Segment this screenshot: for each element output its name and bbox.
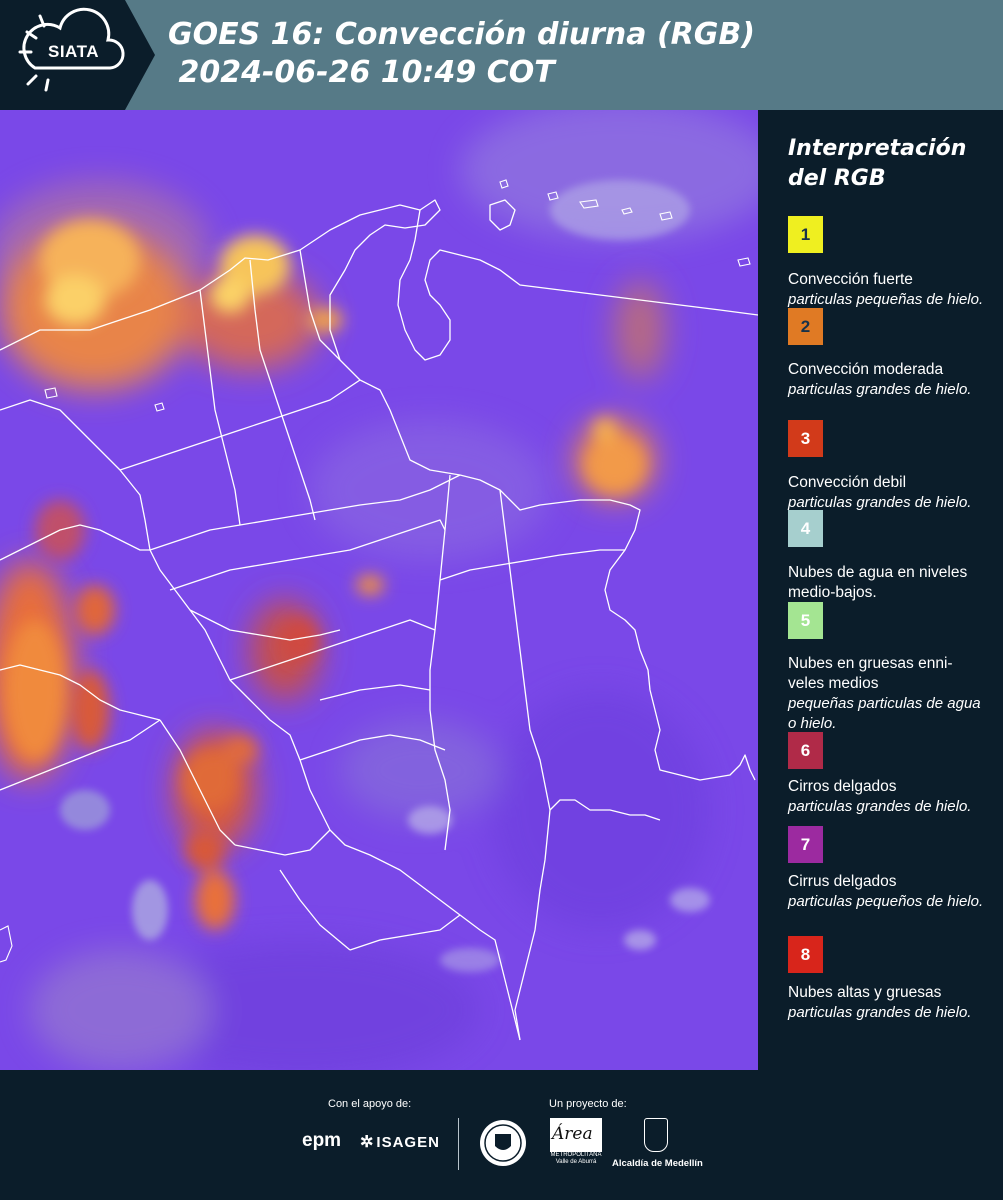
footer: Con el apoyo de: Un proyecto de: epm ✲ IS… — [0, 1070, 1003, 1200]
legend-detail-8: particulas grandes de hielo. — [788, 1004, 972, 1021]
legend-title: Interpretación del RGB — [788, 136, 967, 191]
legend-item-3: 3 Convección debil particulas grandes de… — [788, 420, 988, 513]
legend-number-6: 6 — [800, 741, 811, 760]
title-line-2: 2024-06-26 10:49 COT — [168, 55, 555, 90]
isagen-star-icon: ✲ — [360, 1134, 375, 1151]
siata-logo: SIATA — [0, 0, 155, 110]
legend-number-5: 5 — [800, 611, 811, 630]
satellite-map[interactable] — [0, 110, 758, 1070]
legend-name-8: Nubes altas y gruesas — [788, 984, 942, 1001]
legend-swatch-5: 5 — [788, 602, 823, 639]
support-label: Con el apoyo de: — [328, 1098, 412, 1110]
isagen-logo-text: ISAGEN — [376, 1134, 440, 1151]
seal-logo — [478, 1118, 528, 1168]
legend-swatch-1: 1 — [788, 216, 823, 253]
area-logo-caption: METROPOLITANA Valle de Aburrá — [550, 1152, 602, 1165]
legend-swatch-3: 3 — [788, 420, 823, 457]
area-metropolitana-logo: Área METROPOLITANA Valle de Aburrá — [550, 1118, 602, 1170]
legend-number-1: 1 — [800, 225, 811, 244]
isagen-logo: ✲ ISAGEN — [360, 1132, 440, 1152]
legend-item-6: 6 Cirros delgados particulas grandes de … — [788, 732, 988, 817]
legend-item-5: 5 Nubes en gruesas enni-veles medios peq… — [788, 602, 988, 734]
legend-panel: Interpretación del RGB 1 Convección fuer… — [758, 110, 1003, 1070]
legend-name-6: Cirros delgados — [788, 778, 897, 795]
legend-number-2: 2 — [800, 317, 811, 336]
legend-name-2: Convección moderada — [788, 361, 944, 378]
satellite-map-image — [0, 110, 758, 1070]
legend-detail-7: particulas pequeños de hielo. — [788, 893, 984, 910]
legend-swatch-6: 6 — [788, 732, 823, 769]
legend-swatch-4: 4 — [788, 510, 823, 547]
footer-divider — [458, 1118, 459, 1170]
legend-number-4: 4 — [800, 519, 811, 538]
legend-name-1: Convección fuerte — [788, 271, 913, 288]
alcaldia-medellin-name: Alcaldía de Medellín — [612, 1158, 703, 1169]
legend-item-7: 7 Cirrus delgados particulas pequeños de… — [788, 826, 988, 912]
siata-logo-text: SIATA — [48, 42, 99, 61]
alcaldia-medellin-logo: Alcaldía de Medellín — [612, 1118, 703, 1172]
epm-logo: epm — [302, 1130, 342, 1151]
medellin-shield-icon — [644, 1118, 668, 1152]
page-title: GOES 16: Convección diurna (RGB) 2024-06… — [168, 16, 755, 92]
legend-detail-2: particulas grandes de hielo. — [788, 381, 972, 398]
title-line-1: GOES 16: Convección diurna (RGB) — [168, 17, 755, 52]
legend-number-8: 8 — [800, 945, 811, 964]
legend-number-3: 3 — [800, 429, 811, 448]
legend-item-1: 1 Convección fuerte particulas pequeñas … — [788, 216, 988, 310]
legend-name-4: Nubes de agua en niveles medio-bajos. — [788, 564, 968, 601]
legend-swatch-2: 2 — [788, 308, 823, 345]
legend-number-7: 7 — [800, 835, 811, 854]
legend-swatch-7: 7 — [788, 826, 823, 863]
header-bar: SIATA GOES 16: Convección diurna (RGB) 2… — [0, 0, 1003, 110]
legend-item-2: 2 Convección moderada particulas grandes… — [788, 308, 988, 400]
legend-detail-6: particulas grandes de hielo. — [788, 798, 972, 815]
legend-detail-5: pequeñas particulas de agua o hielo. — [788, 695, 981, 732]
area-logo-word: Área — [552, 1124, 593, 1144]
legend-item-4: 4 Nubes de agua en niveles medio-bajos. — [788, 510, 988, 603]
legend-name-7: Cirrus delgados — [788, 873, 897, 890]
legend-name-3: Convección debil — [788, 474, 907, 491]
legend-name-5: Nubes en gruesas enni-veles medios — [788, 655, 953, 692]
project-label: Un proyecto de: — [549, 1098, 627, 1110]
legend-swatch-8: 8 — [788, 936, 823, 973]
legend-item-8: 8 Nubes altas y gruesas particulas grand… — [788, 936, 988, 1023]
legend-detail-1: particulas pequeñas de hielo. — [788, 291, 984, 308]
